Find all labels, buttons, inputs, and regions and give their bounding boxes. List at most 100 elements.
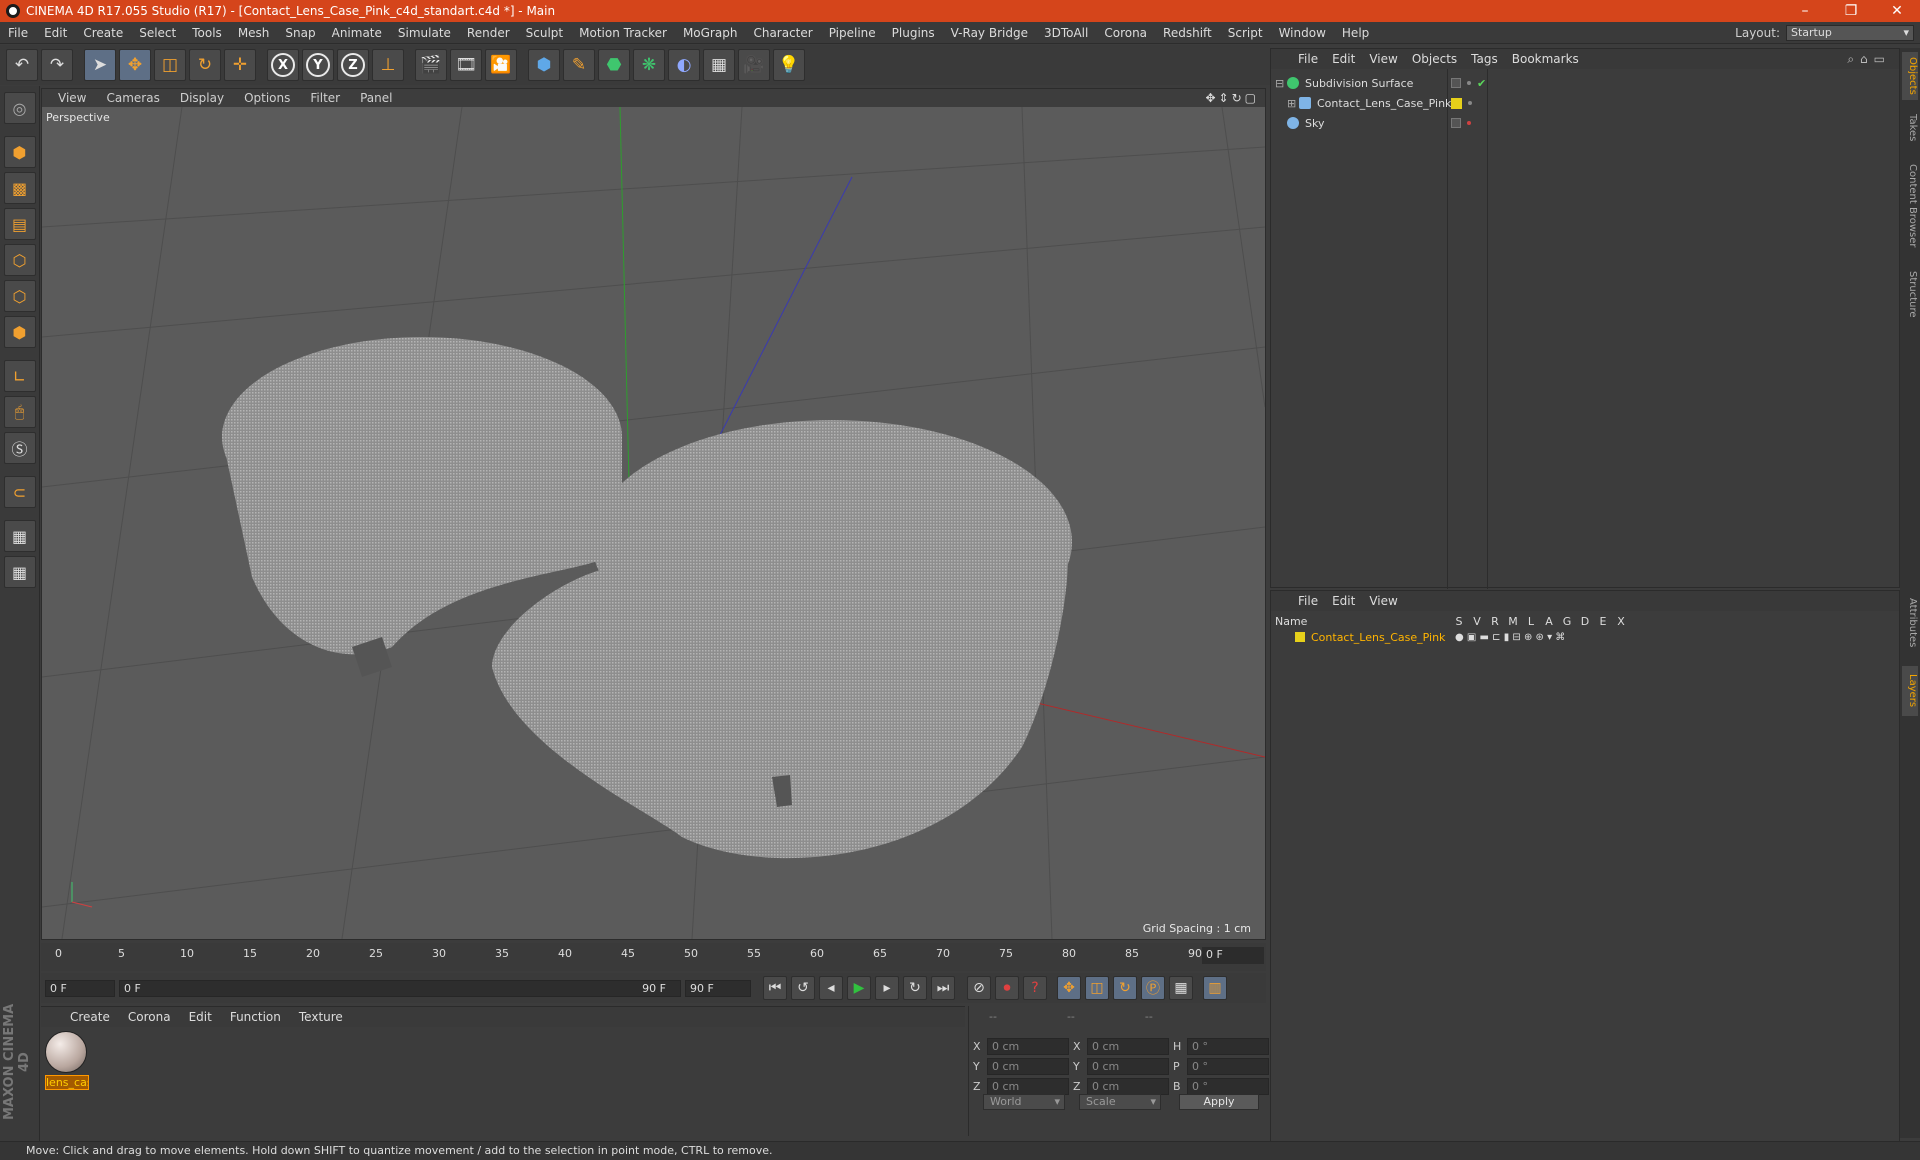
z-axis-lock-button[interactable]: Z xyxy=(337,49,369,81)
add-cube-button[interactable]: ⬢ xyxy=(528,49,560,81)
viewport-menu-display[interactable]: Display xyxy=(170,91,234,105)
magnet-button[interactable]: ⊂ xyxy=(3,476,36,508)
key-scale-button[interactable]: ◫ xyxy=(1085,976,1109,1000)
start-frame-field[interactable]: 0 F xyxy=(45,979,115,997)
render-view-button[interactable]: 🎬 xyxy=(415,49,447,81)
enabled-check-icon[interactable]: ✔ xyxy=(1477,77,1486,90)
menu-mograph[interactable]: MoGraph xyxy=(675,26,746,40)
minimize-button[interactable]: – xyxy=(1782,3,1828,19)
menu-create[interactable]: Create xyxy=(75,26,131,40)
texture-mode-button[interactable]: ▩ xyxy=(3,172,36,204)
visibility-dot-icon[interactable] xyxy=(1468,101,1472,105)
layermgr-menu-edit[interactable]: Edit xyxy=(1325,594,1362,608)
visibility-dot-icon[interactable] xyxy=(1467,121,1471,125)
tab-layers[interactable]: Layers xyxy=(1902,666,1918,716)
menu-motion-tracker[interactable]: Motion Tracker xyxy=(571,26,675,40)
contact-lens-case-model[interactable] xyxy=(222,337,1072,859)
axis-mode-button[interactable]: ∟ xyxy=(3,360,36,392)
objmgr-menu-tags[interactable]: Tags xyxy=(1464,52,1505,66)
layermgr-menu-file[interactable]: File xyxy=(1291,594,1325,608)
make-editable-button[interactable]: ◎ xyxy=(3,92,36,124)
object-row-contact-lens-case[interactable]: ⊞ Contact_Lens_Case_Pink xyxy=(1275,93,1895,113)
key-position-button[interactable]: ✥ xyxy=(1057,976,1081,1000)
menu-help[interactable]: Help xyxy=(1334,26,1377,40)
size-x-field[interactable]: 0 cm xyxy=(1087,1038,1169,1055)
material-swatch[interactable]: lens_cas xyxy=(45,1031,89,1091)
menu-character[interactable]: Character xyxy=(745,26,820,40)
redo-button[interactable]: ↷ xyxy=(41,49,73,81)
viewport-menu-view[interactable]: View xyxy=(48,91,96,105)
prev-key-button[interactable]: ↺ xyxy=(791,976,815,1000)
tab-attributes[interactable]: Attributes xyxy=(1902,588,1918,658)
menu-plugins[interactable]: Plugins xyxy=(884,26,943,40)
menu-mesh[interactable]: Mesh xyxy=(230,26,278,40)
menu-select[interactable]: Select xyxy=(131,26,184,40)
frame-range-slider[interactable]: 0 F 90 F xyxy=(119,979,681,997)
restore-button[interactable]: ❐ xyxy=(1828,3,1874,19)
objmgr-menu-view[interactable]: View xyxy=(1362,52,1404,66)
undo-button[interactable]: ↶ xyxy=(6,49,38,81)
add-mograph-button[interactable]: ❋ xyxy=(633,49,665,81)
material-menu-texture[interactable]: Texture xyxy=(290,1010,352,1024)
viewport-menu-filter[interactable]: Filter xyxy=(300,91,350,105)
objmgr-menu-edit[interactable]: Edit xyxy=(1325,52,1362,66)
layer-color-swatch[interactable] xyxy=(1295,632,1305,642)
layermgr-menu-view[interactable]: View xyxy=(1362,594,1404,608)
prev-frame-button[interactable]: ◂ xyxy=(819,976,843,1000)
col-deformers[interactable]: D xyxy=(1579,615,1591,628)
add-deformer-button[interactable]: ◐ xyxy=(668,49,700,81)
add-spline-button[interactable]: ✎ xyxy=(563,49,595,81)
col-xref[interactable]: X xyxy=(1615,615,1627,628)
material-menu-edit[interactable]: Edit xyxy=(180,1010,221,1024)
menu-vray-bridge[interactable]: V-Ray Bridge xyxy=(943,26,1036,40)
keyframe-selection-button[interactable]: ⊘ xyxy=(967,976,991,1000)
object-row-subdivision-surface[interactable]: ⊟ Subdivision Surface ✔ xyxy=(1275,73,1895,93)
add-camera-button[interactable]: 🎥 xyxy=(738,49,770,81)
record-button[interactable]: ⏺ xyxy=(995,976,1019,1000)
points-mode-button[interactable]: ⬡ xyxy=(3,244,36,276)
layout-dropdown[interactable]: Startup xyxy=(1786,24,1914,41)
tree-expand-icon[interactable]: ⊞ xyxy=(1287,97,1299,110)
object-row-sky[interactable]: Sky xyxy=(1275,113,1895,133)
add-floor-button[interactable]: ▦ xyxy=(703,49,735,81)
material-menu-corona[interactable]: Corona xyxy=(119,1010,180,1024)
edges-mode-button[interactable]: ⬡ xyxy=(3,280,36,312)
layer-row[interactable]: Contact_Lens_Case_Pink ● ▣ ▬ ⊏ ▮ ⊟ ⊕ ⊛ ▾… xyxy=(1275,629,1895,645)
objmgr-menu-file[interactable]: File xyxy=(1291,52,1325,66)
live-selection-button[interactable]: ✛ xyxy=(224,49,256,81)
polygons-mode-button[interactable]: ⬢ xyxy=(3,316,36,348)
close-button[interactable]: ✕ xyxy=(1874,3,1920,19)
viewport-nav-icons[interactable]: ✥⇕↻▢ xyxy=(1205,91,1265,105)
x-axis-lock-button[interactable]: X xyxy=(267,49,299,81)
tab-takes[interactable]: Takes xyxy=(1902,108,1918,148)
locked-workplane-button[interactable]: ▦ xyxy=(3,520,36,552)
menu-pipeline[interactable]: Pipeline xyxy=(821,26,884,40)
rot-b-field[interactable]: 0 ° xyxy=(1187,1078,1269,1095)
col-expressions[interactable]: E xyxy=(1597,615,1609,628)
size-z-field[interactable]: 0 cm xyxy=(1087,1078,1169,1095)
next-key-button[interactable]: ↻ xyxy=(903,976,927,1000)
rot-h-field[interactable]: 0 ° xyxy=(1187,1038,1269,1055)
tree-expand-icon[interactable]: ⊟ xyxy=(1275,77,1287,90)
current-frame-field[interactable]: 0 F xyxy=(1202,947,1264,964)
key-pla-button[interactable]: ▦ xyxy=(1169,976,1193,1000)
col-render[interactable]: R xyxy=(1489,615,1501,628)
pos-y-field[interactable]: 0 cm xyxy=(987,1058,1069,1075)
move-tool-button[interactable]: ✥ xyxy=(119,49,151,81)
objmgr-search-home-icons[interactable]: ⌕⌂▭ xyxy=(1847,52,1899,67)
objmgr-menu-objects[interactable]: Objects xyxy=(1405,52,1464,66)
key-parameter-button[interactable]: Ⓟ xyxy=(1141,976,1165,1000)
y-axis-lock-button[interactable]: Y xyxy=(302,49,334,81)
col-animation[interactable]: A xyxy=(1543,615,1555,628)
coordinate-system-button[interactable]: ⊥ xyxy=(372,49,404,81)
menu-script[interactable]: Script xyxy=(1220,26,1271,40)
viewport-menu-panel[interactable]: Panel xyxy=(350,91,402,105)
tab-objects[interactable]: Objects xyxy=(1902,52,1918,100)
visibility-dot-icon[interactable] xyxy=(1467,81,1471,85)
col-solo[interactable]: S xyxy=(1453,615,1465,628)
objmgr-menu-bookmarks[interactable]: Bookmarks xyxy=(1505,52,1586,66)
viewport-menu-cameras[interactable]: Cameras xyxy=(96,91,169,105)
end-frame-field[interactable]: 90 F xyxy=(685,979,751,997)
rot-p-field[interactable]: 0 ° xyxy=(1187,1058,1269,1075)
menu-redshift[interactable]: Redshift xyxy=(1155,26,1220,40)
